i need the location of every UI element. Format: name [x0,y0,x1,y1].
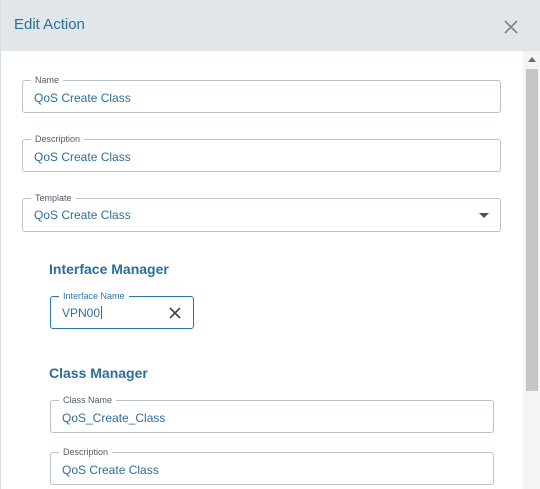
class-name-field[interactable]: Class Name QoS_Create_Class [50,394,494,433]
class-manager-heading: Class Manager [49,365,148,381]
class-description-value: QoS Create Class [62,463,159,477]
interface-name-value: VPN00 [62,306,103,320]
edit-action-dialog: Edit Action Name QoS Create Class Descri… [0,0,540,489]
class-name-value: QoS_Create_Class [62,411,166,425]
clear-icon[interactable] [168,306,182,320]
class-description-label: Description [59,446,113,458]
name-label: Name [31,74,64,86]
description-value: QoS Create Class [34,150,131,164]
name-field[interactable]: Name QoS Create Class [22,74,501,113]
template-select[interactable]: Template QoS Create Class [22,192,501,232]
template-value: QoS Create Class [34,208,131,222]
template-label: Template [31,192,76,204]
dialog-title: Edit Action [14,16,85,33]
class-name-label: Class Name [59,394,117,406]
interface-name-label: Interface Name [59,290,129,302]
interface-manager-heading: Interface Manager [49,261,169,277]
vertical-scrollbar[interactable] [523,51,540,489]
scrollbar-thumb[interactable] [526,69,538,391]
name-value: QoS Create Class [34,91,131,105]
interface-name-input[interactable]: Interface Name VPN00 [50,290,194,329]
description-field[interactable]: Description QoS Create Class [22,133,501,172]
description-label: Description [31,133,85,145]
dialog-header: Edit Action [1,0,540,51]
scroll-up-arrow-icon[interactable] [528,57,536,62]
close-icon[interactable] [501,17,521,37]
dialog-body: Name QoS Create Class Description QoS Cr… [1,51,523,489]
text-cursor [101,306,103,319]
chevron-down-icon[interactable] [479,213,489,218]
class-description-field[interactable]: Description QoS Create Class [50,446,494,485]
